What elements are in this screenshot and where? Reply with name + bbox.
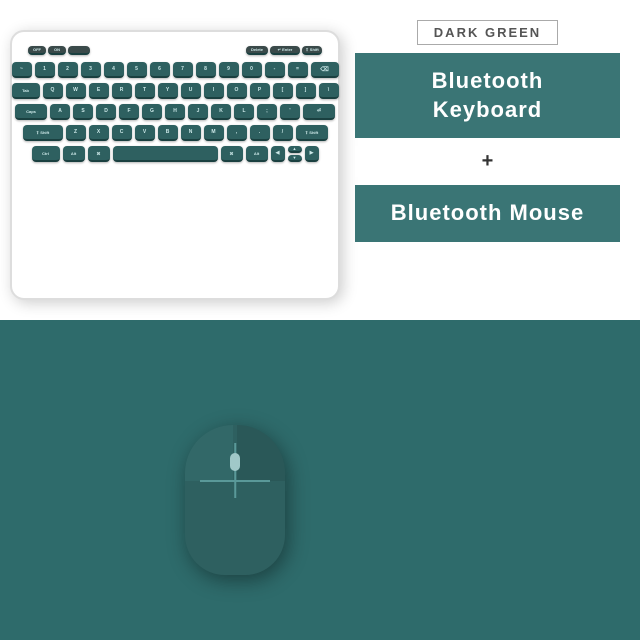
- background-bottom: [0, 320, 640, 640]
- keyboard-row-4: Caps A S D F G H J K L ; ' ⏎: [24, 104, 326, 120]
- mouse-scroll-wheel: [230, 453, 240, 471]
- color-label: DARK GREEN: [417, 20, 558, 45]
- mouse-right-button: [237, 425, 285, 481]
- mouse-product: [185, 425, 285, 575]
- keyboard-product: OFF ON Delete ↵ Enter ⇧ Shift ~ 1 2 3 4 …: [10, 30, 340, 300]
- keyboard-row-3: Tab Q W E R T Y U I O P [ ] \: [24, 83, 326, 99]
- info-panel: DARK GREEN Bluetooth Keyboard + Bluetoot…: [355, 20, 620, 242]
- plus-separator: +: [355, 146, 620, 177]
- keyboard-image-wrapper: OFF ON Delete ↵ Enter ⇧ Shift ~ 1 2 3 4 …: [10, 30, 350, 315]
- keyboard-row-1: OFF ON Delete ↵ Enter ⇧ Shift: [24, 46, 326, 57]
- keyboard-row-5: ⇧ Shift Z X C V B N M , . / ⇧ Shift: [24, 125, 326, 141]
- mouse-product-label: Bluetooth Mouse: [355, 185, 620, 242]
- keyboard-product-label: Bluetooth Keyboard: [355, 53, 620, 138]
- keyboard-row-2: ~ 1 2 3 4 5 6 7 8 9 0 - = ⌫: [24, 62, 326, 78]
- keyboard-row-6: Ctrl Alt ⌘ ⌘ Alt ◀ ▲ ▼ ▶: [24, 146, 326, 162]
- mouse-left-button: [185, 425, 233, 481]
- product-page: OFF ON Delete ↵ Enter ⇧ Shift ~ 1 2 3 4 …: [0, 0, 640, 640]
- mouse-image-wrapper: [160, 400, 310, 600]
